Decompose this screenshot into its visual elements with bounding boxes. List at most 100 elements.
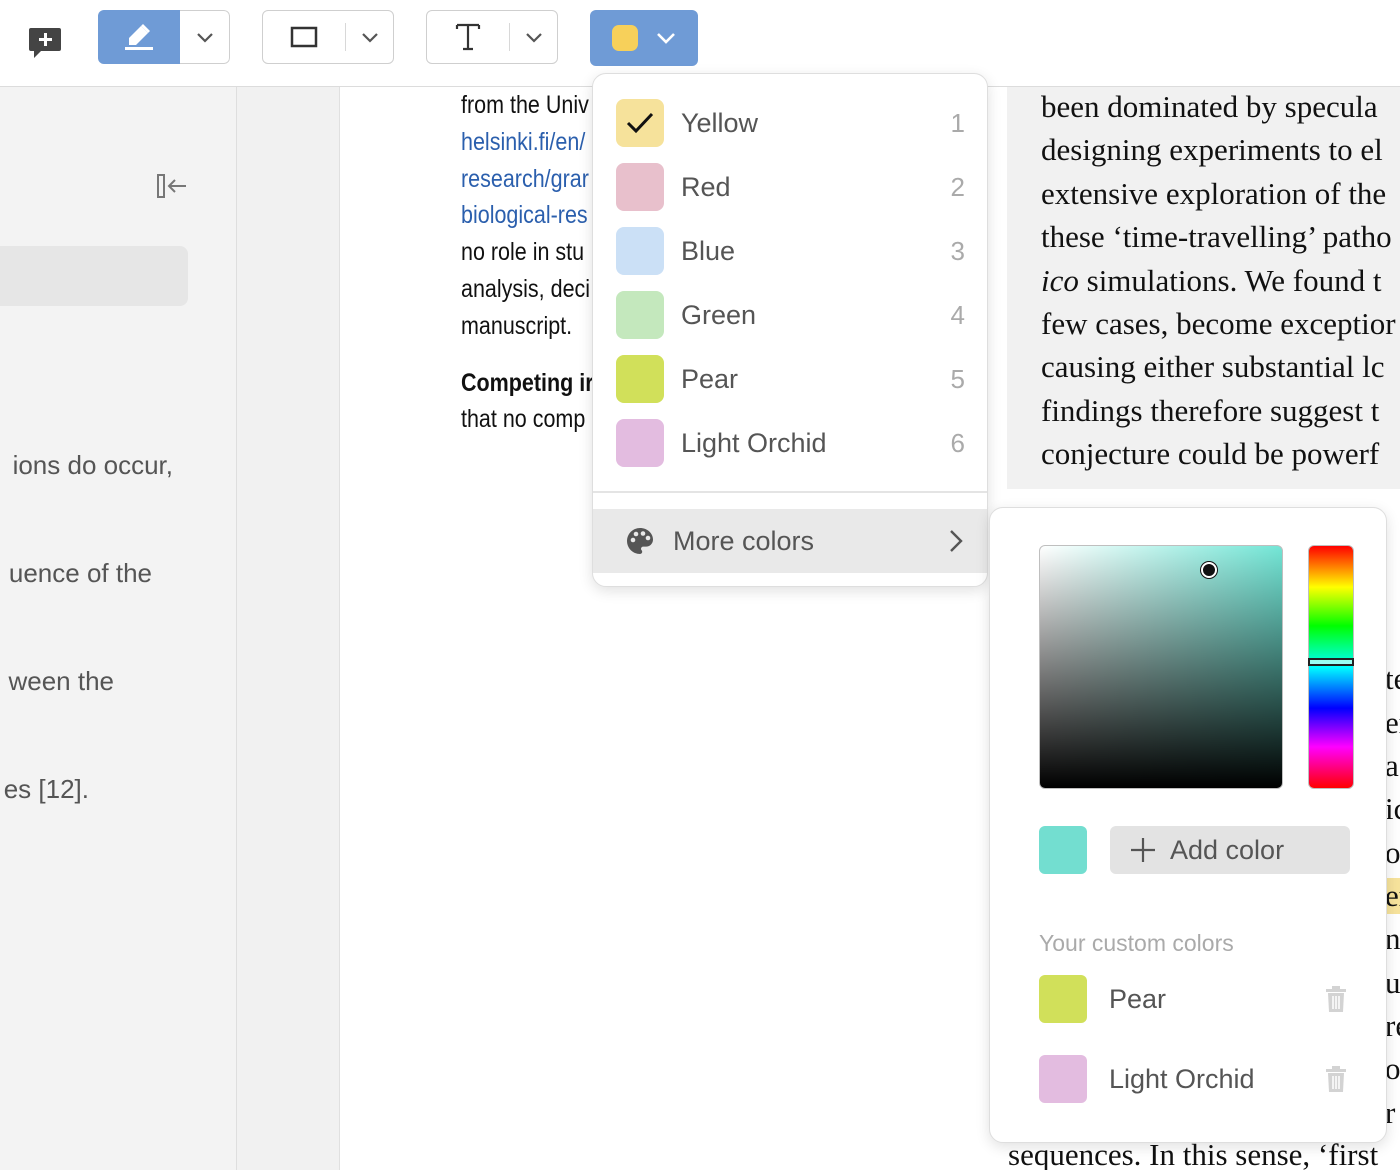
shortcut-number: 3 <box>950 235 965 266</box>
chevron-down-icon <box>525 33 542 43</box>
doc-line: extensive exploration of the <box>1041 175 1387 211</box>
chevron-down-icon <box>657 33 675 44</box>
chevron-down-icon <box>196 33 213 43</box>
doc-text-fragment: er <box>1385 705 1400 740</box>
selected-color-preview <box>1039 826 1087 874</box>
doc-text-fragment: r <box>1385 1095 1396 1130</box>
doc-line: these ‘time-travelling’ patho <box>1041 219 1392 255</box>
add-comment-button[interactable] <box>22 20 68 66</box>
sidebar-search-field[interactable] <box>0 246 188 306</box>
custom-color-swatch[interactable] <box>1039 1055 1087 1103</box>
custom-color-swatch[interactable] <box>1039 975 1087 1023</box>
doc-text-fragment: n <box>1385 921 1400 956</box>
color-option-yellow[interactable]: Yellow 1 <box>593 91 989 155</box>
chevron-right-icon <box>950 530 963 552</box>
shortcut-number: 6 <box>950 427 965 458</box>
doc-line: been dominated by specula <box>1041 89 1378 124</box>
color-option-label: Blue <box>681 235 736 266</box>
excerpt-line: uence of the <box>8 558 152 588</box>
doc-text-fragment: a <box>1385 748 1399 783</box>
sidebar-text-excerpt: ions do occur, uence of the ween the es … <box>0 375 236 879</box>
color-option-pear[interactable]: Pear 5 <box>593 347 989 411</box>
highlight-tool-button[interactable] <box>98 10 180 64</box>
right-text-column: been dominated by specula designing expe… <box>1007 87 1400 489</box>
custom-color-label[interactable]: Pear <box>1109 984 1323 1015</box>
doc-text-fragment: or <box>1385 835 1400 870</box>
highlight-tool-group <box>98 10 230 64</box>
shape-options-dropdown[interactable] <box>346 11 393 63</box>
doc-text-fragment: re <box>1385 1008 1400 1043</box>
doc-text: simulations. We found t <box>1078 262 1382 298</box>
saturation-handle[interactable] <box>1201 562 1218 579</box>
color-swatch <box>616 419 664 467</box>
color-swatch <box>616 227 664 275</box>
sidebar-panel: ions do occur, uence of the ween the es … <box>0 87 237 1170</box>
doc-line: designing experiments to el <box>1041 132 1383 168</box>
color-option-green[interactable]: Green 4 <box>593 283 989 347</box>
doc-line: findings therefore suggest t <box>1041 392 1380 428</box>
doc-line: causing either substantial lc <box>1041 349 1385 385</box>
checkmark-icon <box>626 112 654 134</box>
text-tool-button[interactable] <box>427 11 509 63</box>
doc-text-fragment: u <box>1385 965 1400 1000</box>
shortcut-number: 1 <box>950 107 965 138</box>
hue-slider-handle[interactable] <box>1308 658 1354 667</box>
text-icon <box>455 23 481 51</box>
color-option-label: Green <box>681 299 757 330</box>
plus-icon <box>1131 838 1155 862</box>
color-option-blue[interactable]: Blue 3 <box>593 219 989 283</box>
color-swatch <box>616 163 664 211</box>
current-color-swatch <box>612 25 638 51</box>
color-option-light-orchid[interactable]: Light Orchid 6 <box>593 411 989 475</box>
text-tool-group <box>426 10 558 64</box>
rectangle-icon <box>290 26 318 48</box>
color-option-label: Light Orchid <box>681 427 827 458</box>
custom-color-label[interactable]: Light Orchid <box>1109 1064 1323 1095</box>
highlighter-icon <box>125 24 153 50</box>
collapse-sidebar-icon[interactable] <box>156 173 188 199</box>
trash-icon[interactable] <box>1323 1065 1349 1093</box>
doc-line: ico simulations. We found t <box>1041 259 1400 302</box>
color-swatch <box>616 355 664 403</box>
more-colors-label: More colors <box>673 525 815 556</box>
excerpt-line: ions do occur, <box>12 450 173 480</box>
doc-text-fragment: te <box>1385 661 1400 696</box>
shortcut-number: 5 <box>950 363 965 394</box>
custom-colors-heading: Your custom colors <box>1039 930 1234 956</box>
excerpt-line: es [12]. <box>3 774 89 804</box>
color-dropdown-button[interactable] <box>590 10 698 66</box>
color-swatch <box>616 99 664 147</box>
page-gutter <box>237 87 339 1170</box>
color-option-label: Pear <box>681 363 739 394</box>
color-swatch <box>616 291 664 339</box>
doc-text-fragment: ic <box>1385 791 1400 826</box>
color-picker-panel: Add color Your custom colors Pear Light … <box>989 507 1387 1143</box>
hue-slider[interactable] <box>1308 545 1354 789</box>
menu-divider <box>593 491 987 493</box>
doc-line: few cases, become exceptior <box>1041 306 1396 342</box>
palette-icon <box>627 528 653 554</box>
add-color-button[interactable]: Add color <box>1110 826 1350 874</box>
custom-color-item: Light Orchid <box>1039 1055 1349 1103</box>
color-option-red[interactable]: Red 2 <box>593 155 989 219</box>
chevron-down-icon <box>361 33 378 43</box>
color-option-label: Red <box>681 171 731 202</box>
text-options-dropdown[interactable] <box>510 11 557 63</box>
highlighted-text-fragment: er <box>1385 878 1400 914</box>
rectangle-tool-button[interactable] <box>263 11 345 63</box>
shape-tool-group <box>262 10 394 64</box>
comment-plus-icon <box>29 28 61 58</box>
doc-line: conjecture could be powerf <box>1041 436 1380 472</box>
saturation-brightness-area[interactable] <box>1039 545 1283 789</box>
shortcut-number: 4 <box>950 299 965 330</box>
add-color-label: Add color <box>1170 834 1285 865</box>
doc-text-fragment: of <box>1385 1051 1400 1086</box>
more-colors-menu-item[interactable]: More colors <box>593 509 987 573</box>
excerpt-line: ween the <box>8 666 114 696</box>
italic-text: ico <box>1041 262 1079 298</box>
color-option-label: Yellow <box>681 107 759 138</box>
color-dropdown-menu: Yellow 1 Red 2 Blue 3 Green 4 Pear 5 Lig… <box>592 73 988 587</box>
trash-icon[interactable] <box>1323 985 1349 1013</box>
highlight-options-dropdown[interactable] <box>180 10 230 64</box>
shortcut-number: 2 <box>950 171 965 202</box>
